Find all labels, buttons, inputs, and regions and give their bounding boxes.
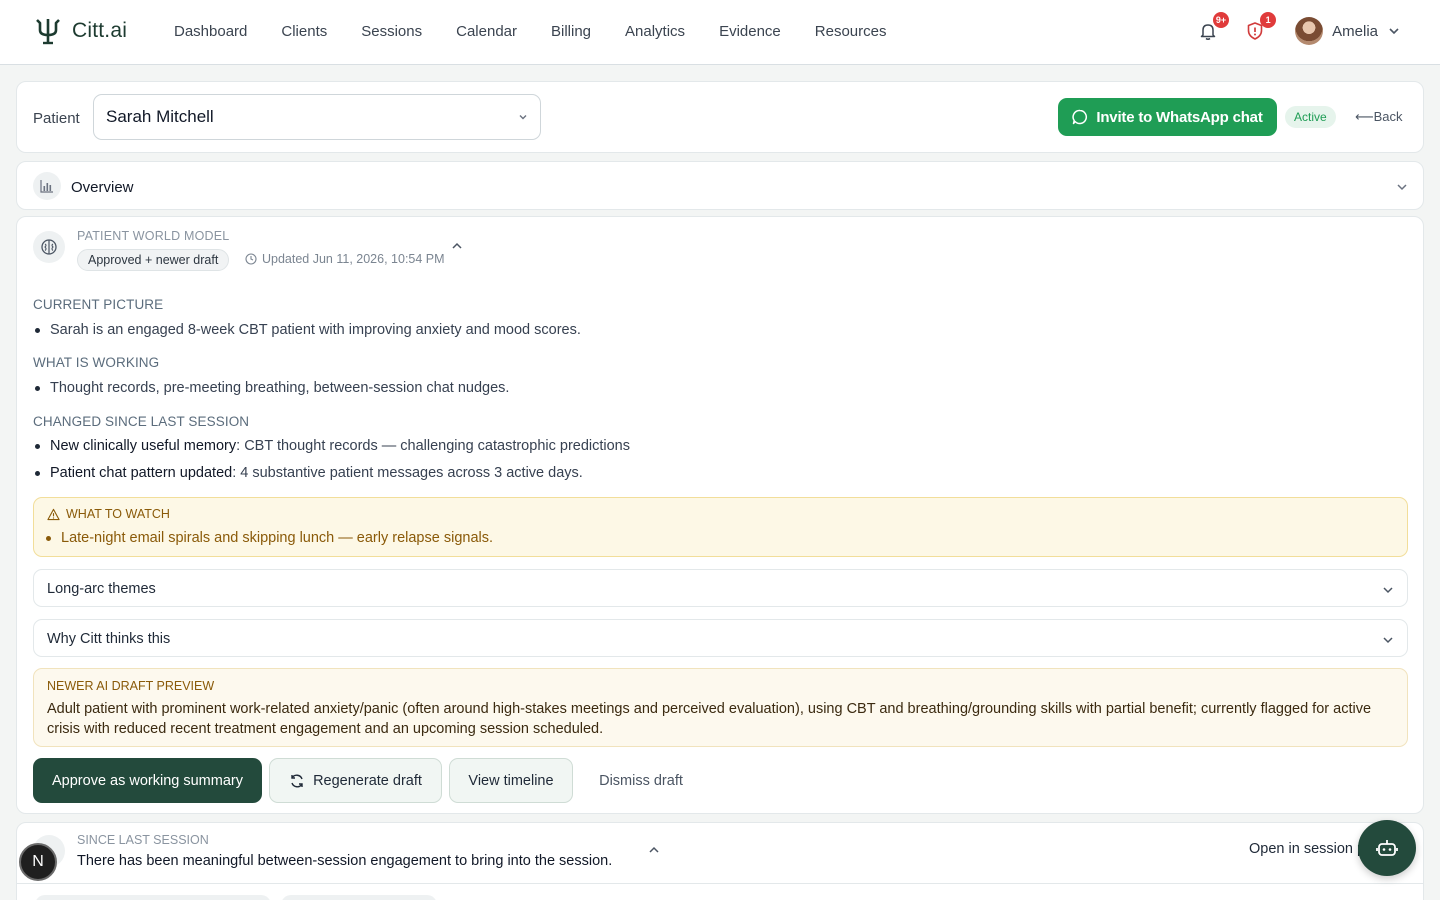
list-item: New clinically useful memory: CBT though… [33,438,630,454]
list-item: Sarah is an engaged 8-week CBT patient w… [33,322,581,338]
chip [35,895,271,900]
brand-name: Citt.ai [72,19,128,42]
refresh-icon [291,774,303,787]
draft-text: Adult patient with prominent work-relate… [47,701,1372,737]
chevron-up-icon[interactable] [647,843,661,857]
long-arc-themes-accordion[interactable]: Long-arc themes [33,569,1408,607]
current-picture-heading: CURRENT PICTURE [33,297,164,312]
user-name: Amelia [1332,22,1378,40]
top-navigation: Citt.ai Dashboard Clients Sessions Calen… [0,0,1440,65]
world-model-kicker: PATIENT WORLD MODEL [77,229,230,243]
nav-right: 9+ 1 Amelia [1193,12,1400,46]
list-item: Patient chat pattern updated: 4 substant… [33,465,583,481]
nav-dashboard[interactable]: Dashboard [174,23,247,40]
chat-bubble-icon [1072,109,1088,125]
brain-icon [33,231,65,263]
nav-sessions[interactable]: Sessions [361,23,422,40]
current-picture-item: Sarah is an engaged 8-week CBT patient w… [50,322,581,338]
robot-icon [1376,840,1398,856]
changed-item-label: New clinically useful memory [50,438,237,454]
user-menu[interactable]: Amelia [1295,17,1400,45]
invite-whatsapp-button[interactable]: Invite to WhatsApp chat [1058,98,1277,136]
nav-clients[interactable]: Clients [281,23,327,40]
divider [17,883,1423,884]
list-item: Thought records, pre-meeting breathing, … [33,380,509,396]
clock-icon [245,253,257,265]
status-badge: Active [1285,106,1336,128]
back-arrow-icon: ⟵ [1355,109,1374,124]
assistant-bot-button[interactable] [1358,820,1416,876]
list-item: Late-night email spirals and skipping lu… [46,530,493,546]
notifications-button[interactable]: 9+ [1193,12,1230,46]
psi-logo-icon [36,19,60,45]
accordion-label: Why Citt thinks this [47,631,171,647]
regenerate-draft-label: Regenerate draft [313,772,422,789]
nav-evidence[interactable]: Evidence [719,23,781,40]
since-last-session-kicker: SINCE LAST SESSION [77,833,209,847]
chevron-down-icon [519,115,527,120]
patient-world-model: PATIENT WORLD MODEL Approved + newer dra… [16,216,1424,814]
n-floating-button[interactable]: N [19,843,57,881]
nav-links: Dashboard Clients Sessions Calendar Bill… [174,23,920,40]
ai-draft-preview: NEWER AI DRAFT PREVIEW Adult patient wit… [33,668,1408,747]
overview-section[interactable]: Overview [16,161,1424,210]
changed-item-text: : CBT thought records — challenging cata… [236,438,630,454]
since-last-session-title: There has been meaningful between-sessio… [77,853,613,869]
chevron-down-icon [1383,637,1393,644]
chevron-down-icon [1389,28,1399,35]
bar-chart-icon [33,172,61,200]
changed-item-text: : 4 substantive patient messages across … [232,465,583,481]
world-model-status-badge: Approved + newer draft [77,249,230,271]
since-last-session: SINCE LAST SESSION There has been meanin… [16,822,1424,900]
patient-select-value: Sarah Mitchell [106,107,214,126]
chevron-down-icon [1383,587,1393,594]
patient-label: Patient [33,110,80,127]
overview-title: Overview [71,179,134,196]
brand-logo[interactable]: Citt.ai [33,16,127,46]
back-link[interactable]: ⟵Back [1355,109,1403,125]
alerts-button[interactable]: 1 [1240,12,1277,46]
what-is-working-item: Thought records, pre-meeting breathing, … [50,380,510,396]
nav-resources[interactable]: Resources [815,23,887,40]
what-is-working-heading: WHAT IS WORKING [33,355,160,370]
chevron-down-icon [1397,184,1407,191]
invite-whatsapp-label: Invite to WhatsApp chat [1096,108,1263,126]
notifications-badge: 9+ [1212,12,1230,28]
patient-select[interactable]: Sarah Mitchell [93,94,541,140]
view-timeline-button[interactable]: View timeline [449,758,573,803]
chip [281,895,437,900]
patient-bar: Patient Sarah Mitchell Invite to WhatsAp… [16,81,1424,153]
changed-item-label: Patient chat pattern updated [50,465,233,481]
nav-billing[interactable]: Billing [551,23,591,40]
what-to-watch-heading: WHAT TO WATCH [47,507,170,521]
alerts-badge: 1 [1260,12,1277,28]
warning-icon [47,508,60,520]
world-model-updated-text: Updated Jun 11, 2026, 10:54 PM [262,252,445,266]
regenerate-draft-button[interactable]: Regenerate draft [269,758,442,803]
accordion-label: Long-arc themes [47,581,156,597]
chevron-up-icon[interactable] [450,239,464,253]
world-model-updated: Updated Jun 11, 2026, 10:54 PM [245,252,445,266]
why-citt-thinks-this-accordion[interactable]: Why Citt thinks this [33,619,1408,657]
dismiss-draft-button[interactable]: Dismiss draft [596,758,686,803]
approve-button[interactable]: Approve as working summary [33,758,262,803]
back-label: Back [1373,109,1403,124]
what-to-watch-callout: WHAT TO WATCH Late-night email spirals a… [33,497,1408,557]
what-to-watch-heading-text: WHAT TO WATCH [66,507,170,521]
open-in-session-link[interactable]: Open in session p [1249,841,1365,857]
changed-heading: CHANGED SINCE LAST SESSION [33,414,250,429]
nav-analytics[interactable]: Analytics [625,23,685,40]
draft-heading: NEWER AI DRAFT PREVIEW [47,679,215,693]
what-to-watch-item: Late-night email spirals and skipping lu… [61,530,494,546]
avatar [1295,17,1324,45]
nav-calendar[interactable]: Calendar [456,23,517,40]
